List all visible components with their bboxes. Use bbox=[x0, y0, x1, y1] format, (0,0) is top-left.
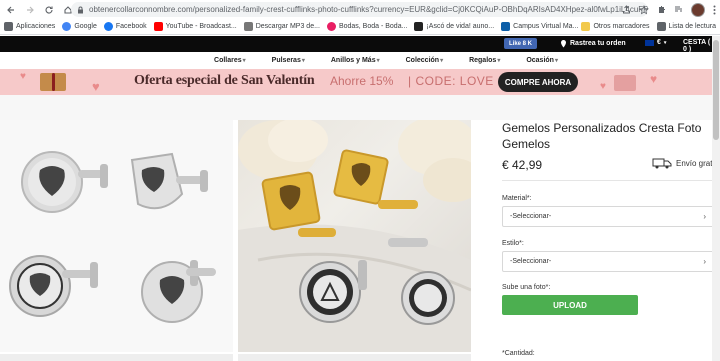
bookmarks-bar: Aplicaciones Google Facebook YouTube - B… bbox=[0, 19, 720, 35]
bookmark-apps[interactable]: Aplicaciones bbox=[4, 22, 55, 31]
buy-now-button[interactable]: COMPRE AHORA bbox=[498, 72, 578, 92]
heart-icon: ♥ bbox=[20, 71, 26, 82]
apps-grid-icon bbox=[4, 22, 13, 31]
forward-icon[interactable] bbox=[22, 2, 38, 18]
style-label: Estilo*: bbox=[502, 240, 524, 247]
reading-list-icon bbox=[656, 22, 666, 31]
thumbnail-strip bbox=[238, 354, 471, 361]
youtube-icon bbox=[153, 22, 163, 31]
address-bar[interactable]: obtenercollarconnombre.com/personalized-… bbox=[71, 2, 648, 17]
gift-box-image bbox=[614, 75, 636, 91]
product-image-silver[interactable] bbox=[0, 120, 233, 352]
campus-icon bbox=[501, 22, 511, 31]
style-select[interactable]: -Seleccionar- › bbox=[502, 251, 714, 272]
google-icon bbox=[62, 22, 72, 31]
promo-title: Oferta especial de San Valentín bbox=[134, 73, 315, 88]
nav-anillos[interactable]: Anillos y Más ▾ bbox=[331, 57, 380, 64]
chevron-down-icon: ▾ bbox=[497, 58, 501, 64]
extensions-icon[interactable] bbox=[657, 5, 666, 14]
chevron-down-icon: ▾ bbox=[376, 58, 380, 64]
bookmark-facebook[interactable]: Facebook bbox=[103, 22, 147, 31]
star-icon[interactable] bbox=[639, 4, 649, 15]
truck-icon bbox=[652, 157, 672, 169]
quantity-label: *Cantidad: bbox=[502, 350, 535, 357]
back-icon[interactable] bbox=[3, 2, 19, 18]
nav-regalos[interactable]: Regalos ▾ bbox=[469, 57, 500, 64]
reading-list[interactable]: Lista de lectura bbox=[656, 22, 716, 31]
reload-icon[interactable] bbox=[41, 2, 57, 18]
free-shipping-badge: Envío gratis bbox=[652, 157, 718, 169]
chevron-down-icon: ▾ bbox=[554, 58, 558, 64]
eu-flag-icon bbox=[645, 39, 654, 46]
product-title: Gemelos Personalizados Cresta Foto Gemel… bbox=[502, 121, 702, 151]
menu-dots-icon[interactable] bbox=[713, 5, 716, 15]
upload-button[interactable]: UPLOAD bbox=[502, 295, 638, 315]
product-image-gold[interactable] bbox=[238, 120, 471, 352]
chevron-right-icon: › bbox=[703, 257, 706, 266]
url-text: obtenercollarconnombre.com/personalized-… bbox=[89, 5, 648, 14]
chevron-right-icon: › bbox=[703, 212, 706, 221]
nav-ocasion[interactable]: Ocasión ▾ bbox=[526, 57, 558, 64]
facebook-icon bbox=[103, 22, 113, 31]
bookmark-asco[interactable]: ¡Ascó de vida! auno... bbox=[414, 22, 494, 31]
heart-icon: ♥ bbox=[650, 72, 658, 86]
folder-icon bbox=[581, 22, 591, 31]
browser-toolbar: obtenercollarconnombre.com/personalized-… bbox=[0, 0, 720, 19]
location-pin-icon bbox=[560, 39, 567, 48]
photo-label: Sube una foto*: bbox=[502, 284, 551, 291]
heart-icon bbox=[326, 22, 336, 31]
heart-icon: ♥ bbox=[92, 79, 100, 94]
site-top-bar: Like 8 K Rastrea tu orden € ▾ CESTA ( 0 … bbox=[0, 36, 712, 53]
page-scrollbar[interactable] bbox=[712, 36, 720, 361]
share-icon[interactable] bbox=[622, 5, 631, 14]
profile-avatar[interactable] bbox=[691, 2, 705, 17]
bookmark-campus[interactable]: Campus Virtual Ma... bbox=[501, 22, 578, 31]
promo-banner[interactable]: ♥ ♥ ♥ ♥ Oferta especial de San Valentín … bbox=[0, 69, 712, 95]
breadcrumb-area bbox=[0, 95, 712, 120]
bookmark-mp3[interactable]: Descargar MP3 de... bbox=[243, 22, 320, 31]
divider bbox=[502, 180, 712, 181]
material-label: Material*: bbox=[502, 195, 532, 202]
lock-icon bbox=[77, 6, 84, 14]
bookmark-youtube[interactable]: YouTube - Broadcast... bbox=[153, 22, 237, 31]
currency-selector[interactable]: € ▾ bbox=[645, 39, 666, 46]
facebook-like-button[interactable]: Like 8 K bbox=[504, 38, 538, 49]
chevron-down-icon: ▾ bbox=[301, 58, 305, 64]
music-icon bbox=[243, 22, 253, 31]
product-info-panel: Gemelos Personalizados Cresta Foto Gemel… bbox=[502, 120, 718, 357]
material-select[interactable]: -Seleccionar- › bbox=[502, 206, 714, 227]
nav-coleccion[interactable]: Colección ▾ bbox=[406, 57, 443, 64]
site-icon bbox=[414, 22, 424, 31]
other-bookmarks[interactable]: Otros marcadores bbox=[581, 22, 650, 31]
nav-pulseras[interactable]: Pulseras ▾ bbox=[272, 57, 305, 64]
chevron-down-icon: ▾ bbox=[663, 39, 667, 46]
bookmark-bodas[interactable]: Bodas, Boda - Boda... bbox=[326, 22, 407, 31]
gift-ribbon-image bbox=[52, 73, 55, 91]
cart-link[interactable]: CESTA ( 0 ) bbox=[683, 39, 712, 53]
media-icon[interactable] bbox=[674, 5, 683, 14]
heart-icon: ♥ bbox=[600, 81, 606, 92]
main-navigation: Collares ▾ Pulseras ▾ Anillos y Más ▾ Colec… bbox=[0, 52, 712, 69]
track-order-link[interactable]: Rastrea tu orden bbox=[560, 39, 626, 48]
nav-collares[interactable]: Collares ▾ bbox=[214, 57, 246, 64]
chevron-down-icon: ▾ bbox=[440, 58, 444, 64]
bookmark-google[interactable]: Google bbox=[62, 22, 97, 31]
scrollbar-thumb[interactable] bbox=[713, 40, 719, 140]
promo-discount: Ahorre 15% bbox=[330, 74, 394, 88]
chevron-down-icon: ▾ bbox=[242, 58, 246, 64]
promo-code: | CODE: LOVE bbox=[408, 74, 494, 88]
thumbnail-strip bbox=[0, 354, 233, 361]
